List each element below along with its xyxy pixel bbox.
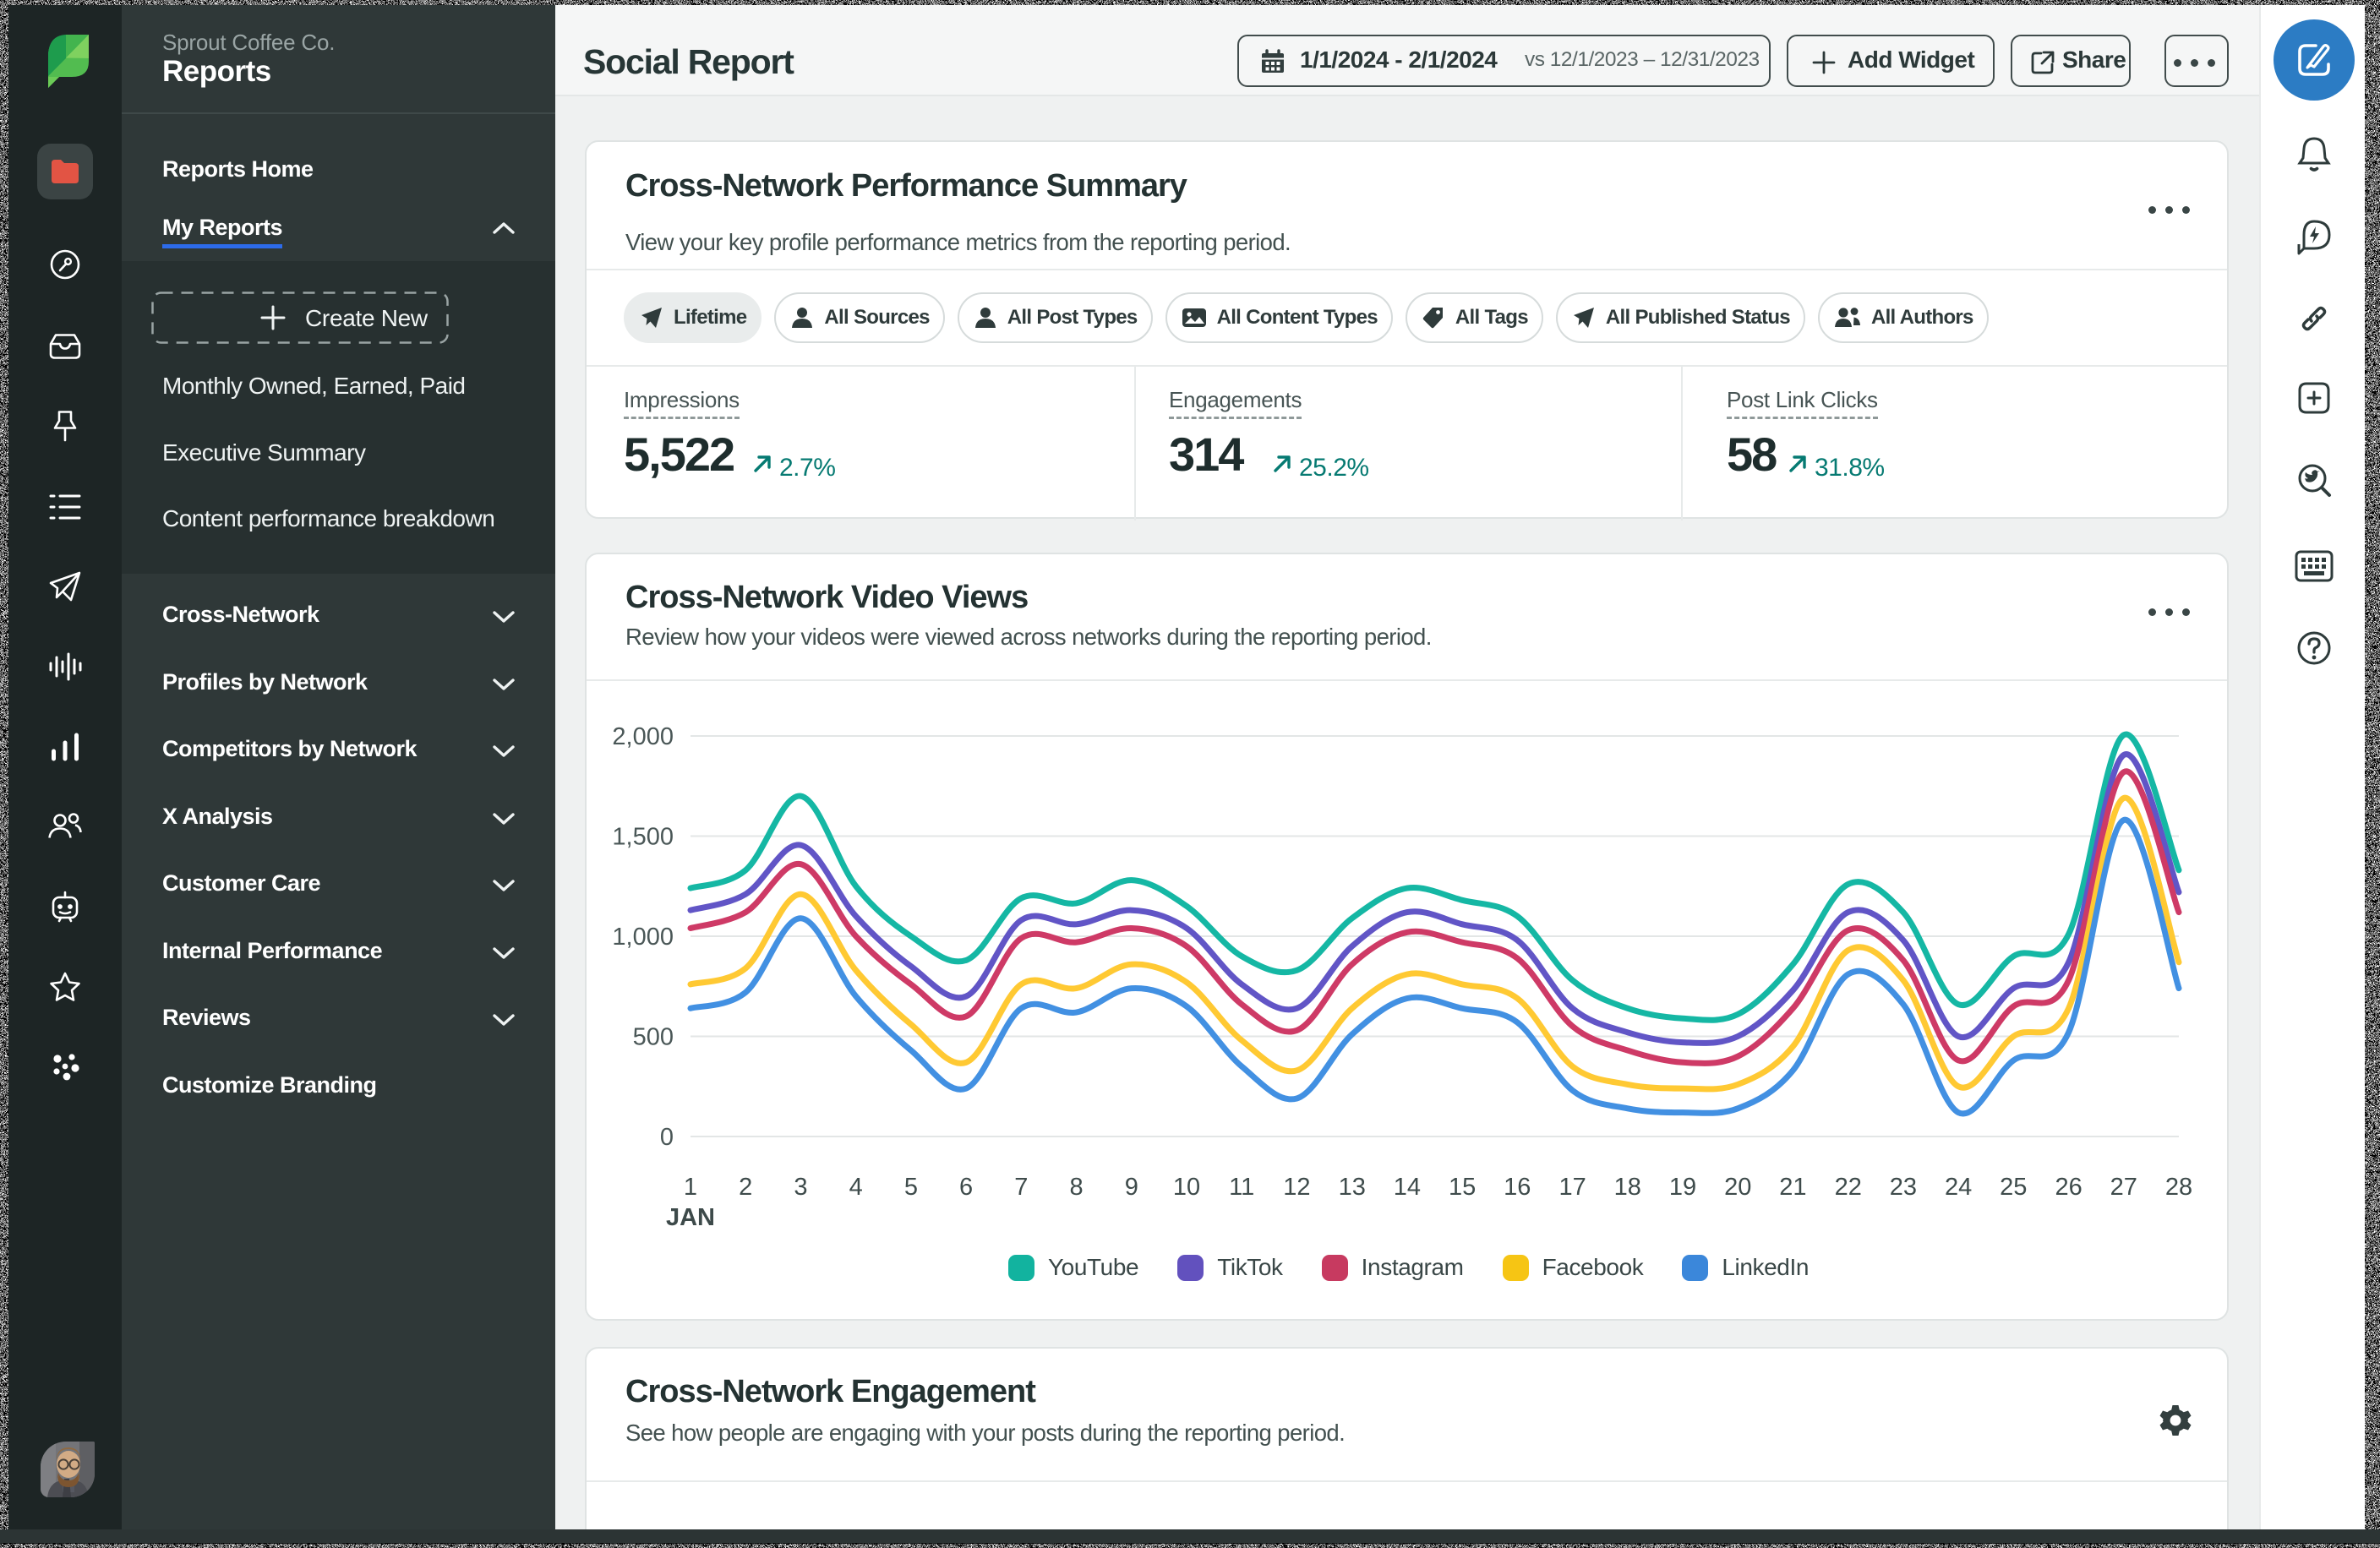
svg-text:20: 20 bbox=[1724, 1174, 1751, 1201]
svg-text:2: 2 bbox=[739, 1174, 752, 1201]
svg-text:2,000: 2,000 bbox=[612, 723, 674, 750]
svg-text:10: 10 bbox=[1173, 1174, 1200, 1201]
svg-text:12: 12 bbox=[1283, 1174, 1310, 1201]
svg-text:0: 0 bbox=[660, 1124, 674, 1151]
svg-text:24: 24 bbox=[1945, 1174, 1972, 1201]
svg-text:4: 4 bbox=[849, 1174, 863, 1201]
svg-text:19: 19 bbox=[1669, 1174, 1696, 1201]
svg-text:18: 18 bbox=[1614, 1174, 1641, 1201]
svg-text:1,000: 1,000 bbox=[612, 924, 674, 951]
svg-text:1: 1 bbox=[684, 1174, 697, 1201]
svg-text:JAN: JAN bbox=[666, 1204, 715, 1231]
svg-text:23: 23 bbox=[1890, 1174, 1917, 1201]
svg-text:7: 7 bbox=[1014, 1174, 1028, 1201]
svg-text:11: 11 bbox=[1229, 1174, 1254, 1201]
svg-text:9: 9 bbox=[1125, 1174, 1138, 1201]
svg-text:15: 15 bbox=[1449, 1174, 1476, 1201]
svg-text:22: 22 bbox=[1835, 1174, 1862, 1201]
svg-text:16: 16 bbox=[1504, 1174, 1531, 1201]
svg-text:6: 6 bbox=[959, 1174, 973, 1201]
svg-text:28: 28 bbox=[2165, 1174, 2192, 1201]
svg-text:21: 21 bbox=[1779, 1174, 1806, 1201]
svg-text:1,500: 1,500 bbox=[612, 824, 674, 851]
svg-text:8: 8 bbox=[1070, 1174, 1084, 1201]
svg-text:25: 25 bbox=[2000, 1174, 2027, 1201]
svg-text:3: 3 bbox=[794, 1174, 807, 1201]
svg-text:14: 14 bbox=[1394, 1174, 1421, 1201]
svg-text:27: 27 bbox=[2110, 1174, 2137, 1201]
svg-text:26: 26 bbox=[2055, 1174, 2082, 1201]
svg-text:5: 5 bbox=[904, 1174, 918, 1201]
svg-text:500: 500 bbox=[633, 1024, 674, 1051]
svg-text:17: 17 bbox=[1558, 1174, 1586, 1201]
svg-text:13: 13 bbox=[1339, 1174, 1366, 1201]
